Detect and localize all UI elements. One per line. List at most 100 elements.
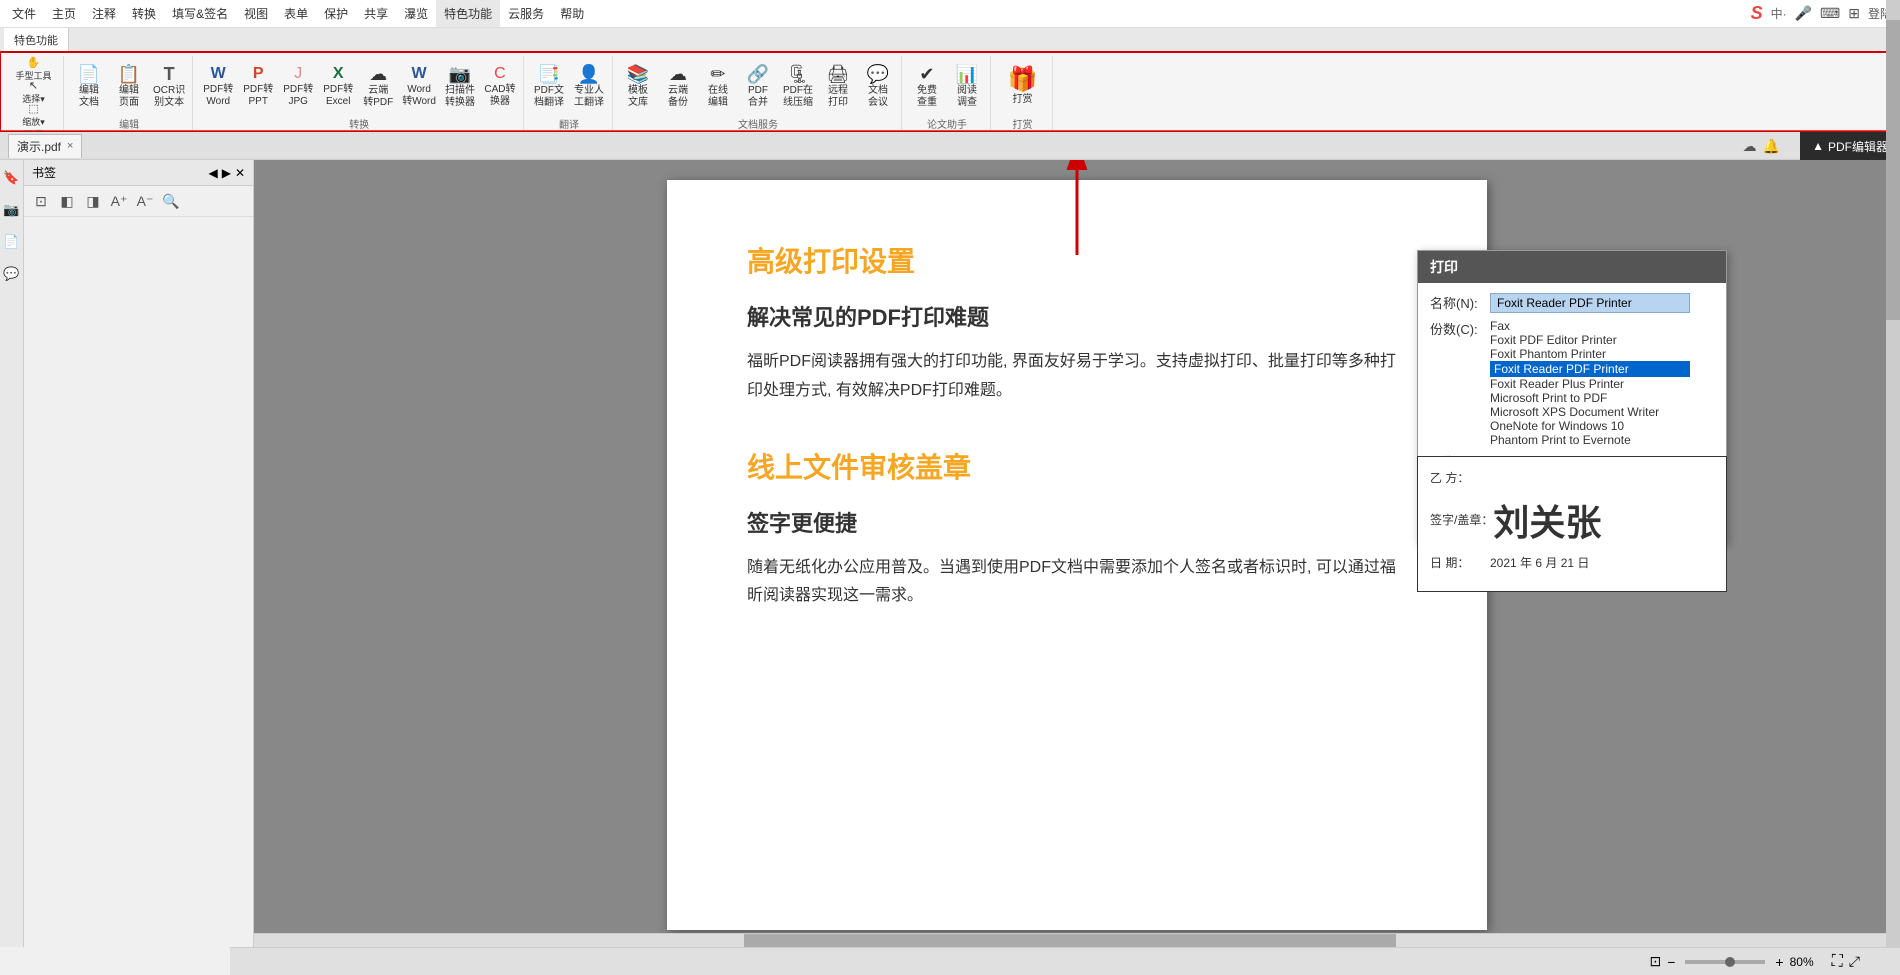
convert-group-label: 转换 <box>349 116 369 133</box>
pdf-to-jpg-btn[interactable]: J PDF转JPG <box>279 58 317 116</box>
horizontal-scrollbar[interactable] <box>254 933 1886 947</box>
menu-cloud[interactable]: 云服务 <box>500 0 552 27</box>
menu-form[interactable]: 表单 <box>276 0 316 27</box>
select-tool-btn[interactable]: ↖ 选择▾ <box>13 81 53 103</box>
scan-convert-btn[interactable]: 📷 扫描件转换器 <box>441 58 479 116</box>
print-list-phantom-evernote: Phantom Print to Evernote <box>1490 433 1690 447</box>
grid-icon[interactable]: ⊞ <box>1848 5 1860 22</box>
print-row-copies: 份数(C): Fax Foxit PDF Editor Printer Foxi… <box>1430 319 1714 447</box>
section2-subtitle: 签字更便捷 <box>747 506 1407 538</box>
word-to-word-btn[interactable]: W Word转Word <box>399 58 439 116</box>
menu-help[interactable]: 帮助 <box>552 0 592 27</box>
pdf-to-ppt-btn[interactable]: P PDF转PPT <box>239 58 277 116</box>
cloud-backup-btn[interactable]: ☁ 云端备份 <box>659 58 697 116</box>
pdf-merge-btn[interactable]: 🔗 PDF合并 <box>739 58 777 116</box>
sidebar-photo-icon[interactable]: 📷 <box>2 200 22 220</box>
doc-meeting-btn[interactable]: 💬 文档会议 <box>859 58 897 116</box>
zoom-slider-thumb[interactable] <box>1725 957 1735 967</box>
menu-convert[interactable]: 转换 <box>124 0 164 27</box>
pro-translate-btn[interactable]: 👤 专业人工翻译 <box>570 58 608 116</box>
sidebar-nav-left[interactable]: ◀ <box>208 166 217 180</box>
sidebar-nav-right[interactable]: ▶ <box>222 166 231 180</box>
tools-buttons-row: ✋ 手型工具 ↖ 选择▾ ⬚ 缩放▾ <box>13 58 53 126</box>
word-word-icon: W <box>412 66 427 82</box>
bookmark-icon-2[interactable]: ◧ <box>56 190 78 212</box>
cloud-to-pdf-btn[interactable]: ☁ 云端转PDF <box>359 58 397 116</box>
menu-special[interactable]: 特色功能 <box>436 0 500 27</box>
edit-page-btn[interactable]: 📋 编辑页面 <box>110 58 148 116</box>
template-label: 模板文库 <box>628 85 648 109</box>
bookmark-icon-5[interactable]: A⁻ <box>134 190 156 212</box>
menu-file[interactable]: 文件 <box>4 0 44 27</box>
pdf-to-excel-btn[interactable]: X PDF转Excel <box>319 58 357 116</box>
mic-icon[interactable]: 🎤 <box>1795 5 1812 22</box>
menu-view[interactable]: 视图 <box>236 0 276 27</box>
template-library-btn[interactable]: 📚 模板文库 <box>619 58 657 116</box>
remote-print-btn[interactable]: 🖨 远程打印 <box>819 58 857 116</box>
sidebar-header-buttons: ◀ ▶ ✕ <box>208 166 245 180</box>
hand-tool-btn[interactable]: ✋ 手型工具 <box>13 58 53 80</box>
fullscreen-icon[interactable]: ⛶ <box>1832 953 1843 971</box>
free-check-btn[interactable]: ✔ 免费查重 <box>908 58 946 116</box>
print-selected-foxit-reader[interactable]: Foxit Reader PDF Printer <box>1490 361 1690 377</box>
sidebar-comment-icon[interactable]: 💬 <box>2 264 22 284</box>
zoom-plus-btn[interactable]: + <box>1775 954 1783 970</box>
pdf-translate-btn[interactable]: 📑 PDF文档翻译 <box>530 58 568 116</box>
sidebar-bookmark-icon[interactable]: 🔖 <box>2 168 22 188</box>
pro-translate-label: 专业人工翻译 <box>574 85 604 109</box>
keyboard-icon[interactable]: ⌨ <box>1820 5 1840 22</box>
print-list-fax: Fax <box>1490 319 1690 333</box>
cloud-pdf-icon: ☁ <box>369 65 387 83</box>
ribbon-tab-special[interactable]: 特色功能 <box>4 28 69 51</box>
doc-tab-name: 演示.pdf <box>17 138 61 155</box>
word-word-label: Word转Word <box>402 84 436 108</box>
maximize-icon[interactable]: ⤢ <box>1849 953 1860 970</box>
hand-icon: ✋ <box>27 56 41 69</box>
zoom-slider[interactable] <box>1685 960 1765 964</box>
cloud-pdf-label: 云端转PDF <box>363 85 393 109</box>
menu-share[interactable]: 共享 <box>356 0 396 27</box>
bookmark-icon-1[interactable]: ⊡ <box>30 190 52 212</box>
menu-comments[interactable]: 注释 <box>84 0 124 27</box>
cloud-tab-icon[interactable]: ☁ <box>1743 138 1757 155</box>
section1-text: 福昕PDF阅读器拥有强大的打印功能, 界面友好易于学习。支持虚拟打印、批量打印等… <box>747 348 1407 406</box>
menu-protect[interactable]: 保护 <box>316 0 356 27</box>
pdf-word-icon: W <box>211 66 226 82</box>
pdf-to-word-btn[interactable]: W PDF转Word <box>199 58 237 116</box>
zoom-page-icon[interactable]: ⊡ <box>1649 953 1661 970</box>
print-input-name[interactable]: Foxit Reader PDF Printer <box>1490 293 1690 313</box>
ribbon-group-translate: 📑 PDF文档翻译 👤 专业人工翻译 翻译 <box>526 56 613 130</box>
hscrollbar-thumb[interactable] <box>744 934 1397 948</box>
ribbon-tabs: 特色功能 <box>0 28 1900 52</box>
menu-sign[interactable]: 填写&签名 <box>164 0 236 27</box>
cad-convert-btn[interactable]: C CAD转换器 <box>481 58 519 116</box>
pdf-ppt-label: PDF转PPT <box>243 84 273 108</box>
read-survey-btn[interactable]: 📊 阅读调查 <box>948 58 986 116</box>
pdf-editor-button[interactable]: ▲ PDF编辑器 <box>1800 132 1900 160</box>
reward-buttons-row: 🎁 打赏 <box>1003 58 1041 116</box>
bell-tab-icon[interactable]: 🔔 <box>1763 138 1780 155</box>
bookmark-icon-6[interactable]: 🔍 <box>160 190 182 212</box>
pdf-compress-btn[interactable]: 🗜 PDF在线压缩 <box>779 58 817 116</box>
top-right-area: S 中· 🎤 ⌨ ⊞ 登陆 <box>1743 0 1900 28</box>
edit-page-icon: 📋 <box>118 65 140 83</box>
tabbar-right: ☁ 🔔 <box>1743 132 1780 160</box>
menu-browse[interactable]: 瀑览 <box>396 0 436 27</box>
right-scrollbar[interactable] <box>1886 0 1900 947</box>
section1-subtitle: 解决常见的PDF打印难题 <box>747 300 1407 332</box>
print-dialog-title: 打印 <box>1418 251 1726 283</box>
reward-btn[interactable]: 🎁 打赏 <box>1003 58 1041 116</box>
doc-tab-close[interactable]: × <box>67 140 73 152</box>
zoom-minus-btn[interactable]: − <box>1667 954 1675 970</box>
menu-home[interactable]: 主页 <box>44 0 84 27</box>
bookmark-icon-3[interactable]: ◨ <box>82 190 104 212</box>
bookmark-icon-4[interactable]: A⁺ <box>108 190 130 212</box>
ocr-btn[interactable]: T OCR识别文本 <box>150 58 188 116</box>
sidebar-page-icon[interactable]: 📄 <box>2 232 22 252</box>
doc-tab[interactable]: 演示.pdf × <box>8 134 82 158</box>
online-edit-btn[interactable]: ✏ 在线编辑 <box>699 58 737 116</box>
scrollbar-thumb[interactable] <box>1886 20 1900 320</box>
zoom-tool-btn[interactable]: ⬚ 缩放▾ <box>13 104 53 126</box>
sidebar-close[interactable]: ✕ <box>235 166 245 180</box>
edit-doc-btn[interactable]: 📄 编辑文档 <box>70 58 108 116</box>
